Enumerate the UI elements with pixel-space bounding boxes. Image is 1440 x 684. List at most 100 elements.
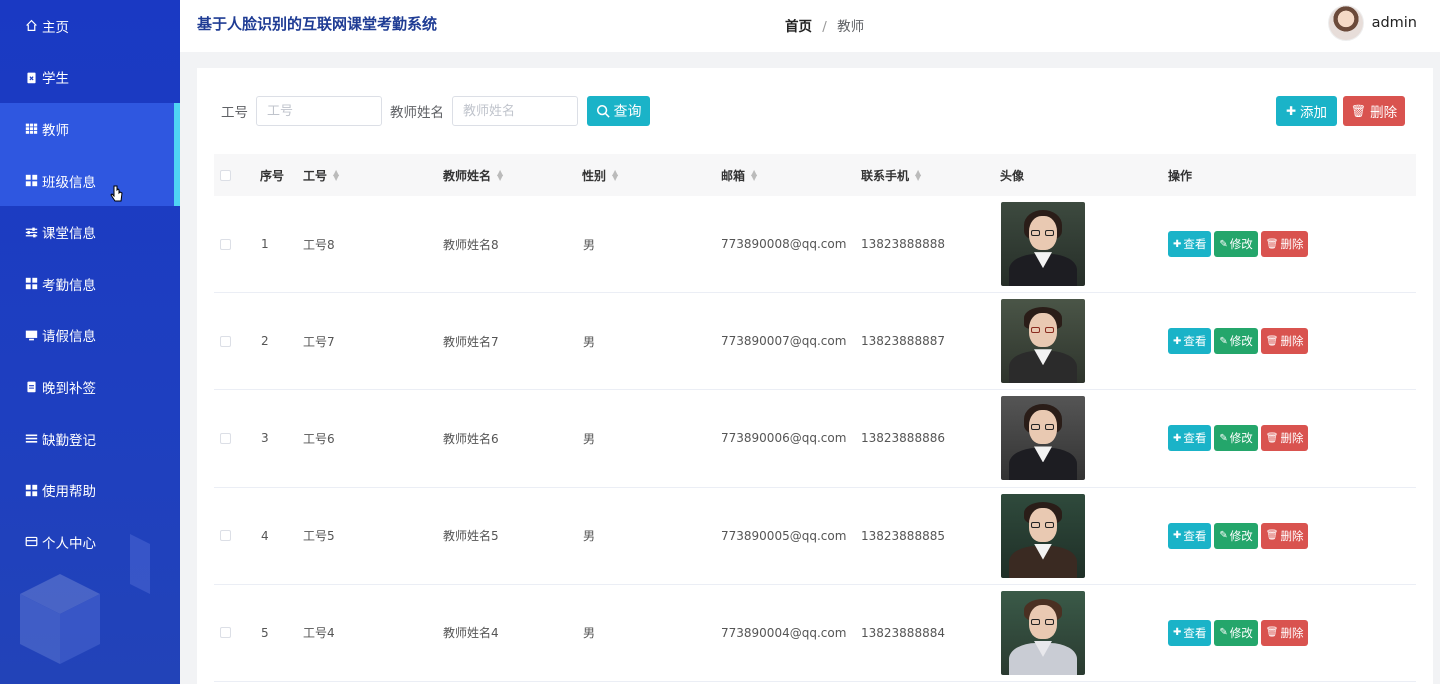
edit-icon: ✎ [1219,627,1228,639]
username[interactable]: admin [1372,15,1417,31]
row-gender: 男 [583,626,596,641]
view-button[interactable]: ✚ 查看 [1168,619,1212,646]
header-email-label: 邮箱 [721,168,746,183]
sidebar-item-absence[interactable]: 缺勤登记 [0,413,180,465]
view-button[interactable]: ✚ 查看 [1168,522,1212,549]
teacher-photo[interactable] [1001,299,1085,384]
row-id: 工号7 [303,334,335,349]
sidebar: 主页 学生 教师 班级信息 课堂信息 考勤信息 请假信息 晚到补签 缺勤登记 使… [0,0,180,684]
header-avatar: 头像 [1000,168,1025,183]
edit-button[interactable]: ✎ 修改 [1214,522,1258,549]
row-checkbox[interactable] [220,432,231,444]
edit-button[interactable]: ✎ 修改 [1214,328,1258,355]
edit-button[interactable]: ✎ 修改 [1214,231,1258,258]
sidebar-item-attendance[interactable]: 考勤信息 [0,258,180,310]
sidebar-item-help[interactable]: 使用帮助 [0,464,180,516]
sort-icon[interactable]: ▲ ▼ [497,169,503,182]
view-label: 查看 [1183,237,1207,252]
view-label: 查看 [1183,528,1207,543]
row-actions: ✚ 查看 ✎ 修改 🗑 删除 [1168,619,1309,646]
header-id[interactable]: 工号 ▲ ▼ [303,167,339,184]
sidebar-item-student[interactable]: 学生 [0,52,180,104]
select-all-checkbox[interactable] [220,169,231,181]
teacher-photo[interactable] [1001,396,1085,481]
edit-label: 修改 [1229,625,1253,640]
table-row: 2 工号7 教师姓名7 男 773890007@qq.com 138238888… [214,293,1416,391]
sort-icon[interactable]: ▲ ▼ [612,169,618,182]
row-actions: ✚ 查看 ✎ 修改 🗑 删除 [1168,231,1309,258]
row-checkbox[interactable] [220,238,231,250]
view-button[interactable]: ✚ 查看 [1168,328,1212,355]
name-search-input[interactable] [452,96,578,126]
edit-icon: ✎ [1219,238,1228,250]
delete-button[interactable]: 🗑 删除 [1260,522,1309,549]
row-checkbox[interactable] [220,335,231,347]
add-button[interactable]: ✚ 添加 [1276,96,1337,126]
row-index: 3 [261,431,269,446]
sidebar-item-label: 考勤信息 [42,277,96,294]
sort-icon[interactable]: ▲ ▼ [333,169,339,182]
teacher-photo[interactable] [1001,590,1085,675]
sidebar-item-label: 教师 [42,122,69,139]
grid-icon [24,277,38,291]
header-gender-label: 性别 [582,168,607,183]
edit-button[interactable]: ✎ 修改 [1214,425,1258,452]
user-menu[interactable]: admin [1327,5,1417,41]
add-label: 添加 [1300,105,1328,121]
plus-icon: ✚ [1173,432,1182,444]
sidebar-item-label: 学生 [42,71,69,88]
query-button[interactable]: 查询 [587,96,650,126]
trash-icon: 🗑 [1350,104,1367,118]
table-row: 5 工号4 教师姓名4 男 773890004@qq.com 138238888… [214,585,1416,682]
sort-icon[interactable]: ▲ ▼ [751,169,757,182]
header-name[interactable]: 教师姓名 ▲ ▼ [443,167,503,184]
teacher-photo[interactable] [1001,202,1085,287]
sidebar-item-label: 请假信息 [42,329,96,346]
plus-icon: ✚ [1173,627,1182,639]
view-button[interactable]: ✚ 查看 [1168,231,1212,258]
table-header: 序号 工号 ▲ ▼ 教师姓名 ▲ ▼ 性别 ▲ ▼ 邮箱 ▲ ▼ 联系手机 ▲ ▼ 头像 操作 [214,154,1416,196]
sidebar-item-label: 课堂信息 [42,226,96,243]
trash-icon: 🗑 [1265,530,1279,542]
delete-button[interactable]: 🗑 删除 [1260,425,1309,452]
teacher-photo[interactable] [1001,493,1085,578]
breadcrumb-home[interactable]: 首页 [785,19,812,35]
clipboard-icon [24,380,38,394]
row-phone: 13823888888 [861,237,945,252]
edit-button[interactable]: ✎ 修改 [1214,619,1258,646]
edit-label: 修改 [1229,237,1253,252]
delete-label: 删除 [1280,334,1304,349]
id-search-input[interactable] [256,96,382,126]
row-phone: 13823888885 [861,528,945,543]
header-email[interactable]: 邮箱 ▲ ▼ [721,167,757,184]
header-phone[interactable]: 联系手机 ▲ ▼ [861,167,921,184]
sidebar-item-teacher[interactable]: 教师 [0,103,180,155]
sidebar-item-lesson[interactable]: 课堂信息 [0,206,180,258]
delete-button[interactable]: 🗑 删除 [1260,328,1309,355]
header-gender[interactable]: 性别 ▲ ▼ [582,167,618,184]
row-index: 5 [261,625,269,640]
home-icon [24,19,38,33]
avatar[interactable] [1327,5,1364,41]
plus-icon: ✚ [1173,335,1182,347]
delete-button[interactable]: 🗑 删除 [1260,619,1309,646]
row-checkbox[interactable] [220,627,231,639]
view-button[interactable]: ✚ 查看 [1168,425,1212,452]
sidebar-item-home[interactable]: 主页 [0,0,180,52]
header-ops: 操作 [1168,168,1193,183]
sidebar-item-leave[interactable]: 请假信息 [0,310,180,362]
header-name-label: 教师姓名 [443,168,492,183]
row-name: 教师姓名5 [443,529,499,544]
table-row: 1 工号8 教师姓名8 男 773890008@qq.com 138238888… [214,196,1416,294]
edit-label: 修改 [1229,334,1253,349]
sidebar-item-profile[interactable]: 个人中心 [0,516,180,568]
sidebar-item-class[interactable]: 班级信息 [0,154,180,207]
grid-icon [24,174,38,188]
sort-icon[interactable]: ▲ ▼ [915,169,921,182]
delete-button[interactable]: 🗑 删除 [1260,231,1309,258]
batch-delete-button[interactable]: 🗑 删除 [1343,96,1405,126]
row-checkbox[interactable] [220,530,231,542]
row-phone: 13823888887 [861,334,945,349]
grid-icon [24,483,38,497]
sidebar-item-late-signin[interactable]: 晚到补签 [0,361,180,413]
